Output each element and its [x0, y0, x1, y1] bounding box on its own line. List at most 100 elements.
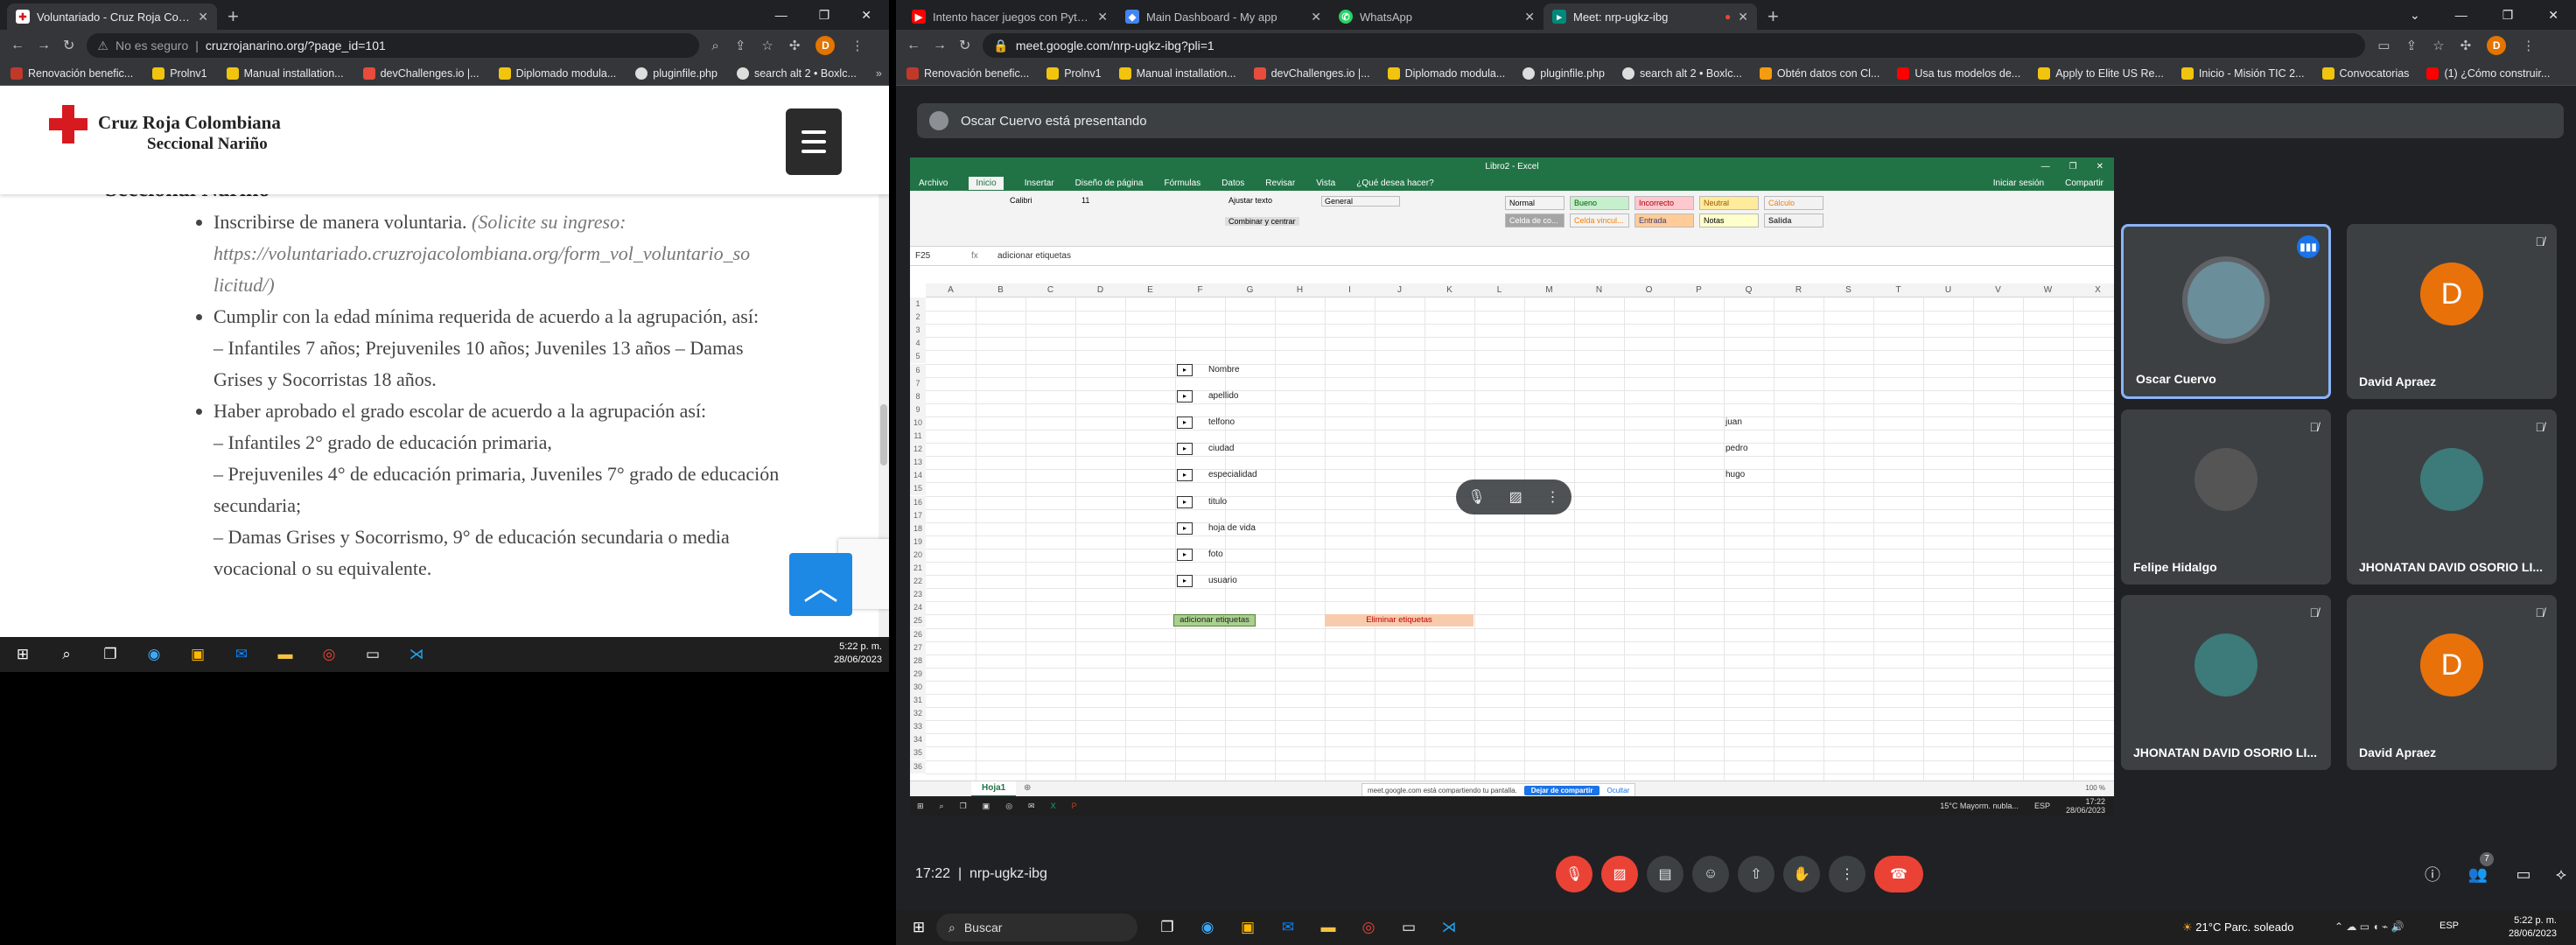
tab-diseno[interactable]: Diseño de página — [1075, 178, 1144, 188]
column-header[interactable]: O — [1624, 284, 1674, 298]
formula-input[interactable]: adicionar etiquetas — [998, 251, 1071, 261]
bookmark-item[interactable]: Prolnv1 — [152, 66, 207, 80]
more-bookmarks-button[interactable]: » — [876, 67, 882, 80]
vscode-icon[interactable]: ⋊ — [406, 644, 427, 665]
checkbox[interactable]: ▸ — [1177, 363, 1193, 376]
column-header[interactable]: F — [1175, 284, 1225, 298]
bookmark-item[interactable]: Manual installation... — [226, 66, 344, 80]
bookmark-item[interactable]: Diplomado modula... — [1387, 66, 1505, 80]
emoji-button[interactable]: ☺ — [1692, 856, 1729, 892]
restore-icon[interactable]: ❐ — [2502, 8, 2514, 23]
minimize-icon[interactable]: — — [2041, 162, 2050, 172]
more-options-button[interactable]: ⋮ — [1829, 856, 1866, 892]
column-header[interactable]: M — [1524, 284, 1574, 298]
row-header[interactable]: 25 — [910, 614, 926, 628]
row-header[interactable]: 3 — [910, 324, 926, 338]
label-cell[interactable]: foto — [1208, 549, 1223, 561]
label-cell[interactable]: hoja de vida — [1208, 522, 1256, 535]
checkbox[interactable]: ▸ — [1177, 548, 1193, 561]
column-header[interactable]: G — [1225, 284, 1275, 298]
tab-datos[interactable]: Datos — [1222, 178, 1244, 188]
terminal-icon[interactable]: ▭ — [1398, 917, 1419, 938]
row-header[interactable]: 17 — [910, 508, 926, 522]
camera-off-icon[interactable]: ▨ — [1509, 488, 1522, 506]
tray-icons[interactable]: ⌃ ☁ ▭ ◖ ⌁ 🔊 — [2334, 920, 2404, 933]
row-header[interactable]: 31 — [910, 694, 926, 707]
checkbox[interactable]: ▸ — [1177, 416, 1193, 429]
task-view-icon[interactable]: ❐ — [100, 644, 121, 665]
close-icon[interactable]: ✕ — [1524, 10, 1535, 24]
leave-call-button[interactable]: ☎ — [1874, 856, 1923, 892]
style-salida[interactable]: Salida — [1764, 214, 1824, 228]
column-header[interactable]: D — [1075, 284, 1125, 298]
participant-tile[interactable]: 🎙̸ JHONATAN DAVID OSORIO LI... — [2347, 410, 2557, 584]
label-cell[interactable]: ciudad — [1208, 443, 1234, 455]
language-indicator[interactable]: ESP — [2440, 920, 2459, 931]
vscode-icon[interactable]: ⋊ — [1438, 917, 1460, 938]
participant-tile[interactable]: 🎙̸ Felipe Hidalgo — [2121, 410, 2331, 584]
column-header[interactable]: R — [1774, 284, 1824, 298]
row-header[interactable]: 24 — [910, 601, 926, 615]
label-cell[interactable]: usuario — [1208, 575, 1237, 587]
tab-inicio[interactable]: Inicio — [969, 176, 1004, 190]
label-cell[interactable]: titulo — [1208, 496, 1227, 508]
checkbox[interactable]: ▸ — [1177, 389, 1193, 402]
tab-revisar[interactable]: Revisar — [1265, 178, 1295, 188]
bookmark-item[interactable]: devChallenges.io |... — [1253, 66, 1370, 80]
bookmark-item[interactable]: Inicio - Misión TIC 2... — [2180, 66, 2305, 80]
bookmark-item[interactable]: Manual installation... — [1118, 66, 1236, 80]
row-header[interactable]: 28 — [910, 654, 926, 668]
row-header[interactable]: 9 — [910, 402, 926, 416]
column-header[interactable]: I — [1325, 284, 1375, 298]
chrome-icon[interactable]: ◎ — [1358, 917, 1379, 938]
style-celda-vinculada[interactable]: Celda vincul... — [1570, 214, 1629, 228]
close-icon[interactable]: ✕ — [198, 10, 208, 24]
column-header[interactable]: S — [1824, 284, 1873, 298]
style-incorrecto[interactable]: Incorrecto — [1634, 196, 1694, 210]
mail-icon[interactable]: ✉ — [231, 644, 252, 665]
value-cell[interactable]: hugo — [1726, 469, 1745, 481]
row-header[interactable]: 14 — [910, 469, 926, 483]
row-header[interactable]: 29 — [910, 667, 926, 681]
column-header[interactable]: Q — [1724, 284, 1774, 298]
column-header[interactable]: K — [1424, 284, 1474, 298]
row-header[interactable]: 33 — [910, 720, 926, 734]
style-calculo[interactable]: Cálculo — [1764, 196, 1824, 210]
row-header[interactable]: 20 — [910, 548, 926, 562]
checkbox[interactable]: ▸ — [1177, 443, 1193, 456]
address-bar[interactable]: 🔒 meet.google.com/nrp-ugkz-ibg?pli=1 — [983, 33, 2366, 58]
profile-avatar[interactable]: D — [816, 36, 836, 55]
row-header[interactable]: 11 — [910, 430, 926, 443]
stop-sharing-button[interactable]: Dejar de compartir — [1523, 785, 1600, 795]
column-header[interactable]: B — [976, 284, 1026, 298]
star-icon[interactable]: ☆ — [2432, 38, 2444, 53]
chat-button[interactable]: ▭ — [2508, 856, 2539, 892]
menu-icon[interactable]: ⋮ — [850, 38, 864, 53]
chevron-down-icon[interactable]: ⌄ — [2410, 8, 2420, 23]
row-header[interactable]: 7 — [910, 376, 926, 390]
people-button[interactable]: 👥 7 — [2462, 852, 2494, 892]
add-sheet-icon[interactable]: ⊕ — [1024, 783, 1031, 793]
checkbox[interactable]: ▸ — [1177, 469, 1193, 482]
cruz-roja-logo-icon[interactable] — [49, 105, 88, 144]
share-icon[interactable]: ⇪ — [735, 38, 746, 53]
minimize-icon[interactable]: — — [775, 8, 788, 22]
add-labels-button[interactable]: adicionar etiquetas — [1173, 614, 1256, 627]
close-icon[interactable]: ✕ — [1097, 10, 1108, 24]
column-header[interactable]: C — [1026, 284, 1075, 298]
task-view-icon[interactable]: ❐ — [1157, 917, 1178, 938]
row-header[interactable]: 5 — [910, 350, 926, 364]
tab-youtube[interactable]: ▶ Intento hacer juegos con Python ✕ — [903, 4, 1116, 30]
name-box[interactable]: F25 — [910, 251, 971, 261]
windows-start-icon[interactable]: ⊞ — [908, 917, 929, 938]
file-explorer-icon[interactable]: ▬ — [1318, 917, 1339, 938]
wrap-text-button[interactable]: Ajustar texto — [1228, 196, 1272, 205]
mic-toggle-button[interactable]: 🎙 — [1556, 856, 1592, 892]
tell-me-input[interactable]: ¿Qué desea hacer? — [1356, 178, 1433, 188]
column-header[interactable]: L — [1474, 284, 1524, 298]
participant-tile[interactable]: D 🎙̸ David Apraez — [2347, 224, 2557, 399]
address-bar[interactable]: ⚠ No es seguro | cruzrojanarino.org/?pag… — [87, 33, 700, 58]
camera-toggle-button[interactable]: ▨ — [1601, 856, 1638, 892]
forward-icon[interactable]: → — [933, 38, 947, 53]
close-icon[interactable]: ✕ — [1738, 10, 1748, 24]
